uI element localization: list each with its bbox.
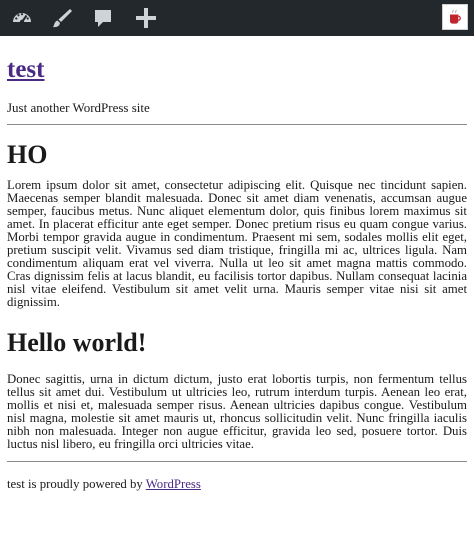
post-body: Lorem ipsum dolor sit amet, consectetur … xyxy=(7,178,467,309)
post-title: HO xyxy=(7,140,48,169)
customize-brush-icon[interactable] xyxy=(48,4,76,32)
post-body: Donec sagittis, urna in dictum dictum, j… xyxy=(7,372,467,451)
post-title: Hello world! xyxy=(7,328,147,357)
user-avatar-icon[interactable] xyxy=(442,4,468,30)
site-tagline: Just another WordPress site xyxy=(7,100,150,115)
site-title-link[interactable]: test xyxy=(7,56,44,83)
dashboard-icon[interactable] xyxy=(8,4,36,32)
wordpress-link[interactable]: WordPress xyxy=(146,477,201,491)
site-footer: test is proudly powered by WordPress xyxy=(7,476,467,492)
comments-icon[interactable] xyxy=(89,4,117,32)
footer-text: test is proudly powered by xyxy=(7,477,143,491)
page-content: test Just another WordPress site HO Lore… xyxy=(7,36,467,492)
footer-divider xyxy=(7,461,467,462)
admin-bar xyxy=(0,0,474,36)
new-content-plus-icon[interactable] xyxy=(132,4,160,32)
header-divider xyxy=(7,124,467,125)
site-title: test xyxy=(7,56,467,84)
